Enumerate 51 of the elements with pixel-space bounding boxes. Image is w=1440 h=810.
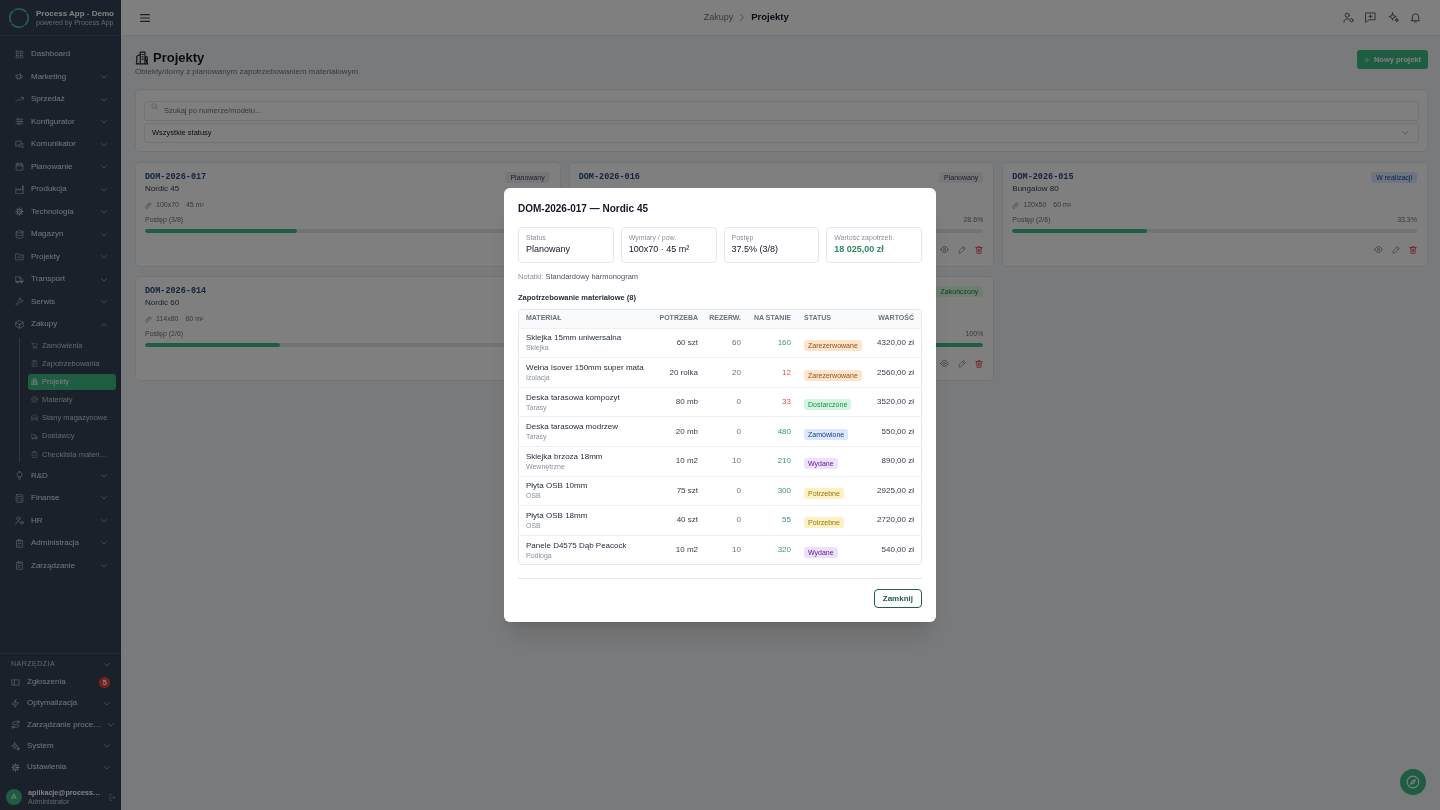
table-cell-text: 60 szt — [675, 336, 699, 349]
table-cell-text: 320 — [776, 544, 792, 557]
table-cell-text: 80 mb — [674, 396, 699, 409]
table-cell-text: 40 szt — [675, 514, 699, 527]
table-cell-text: 4320,00 zł — [876, 336, 915, 349]
table-cell-text: 10 — [731, 455, 742, 468]
material-name: Płyta OSB 18mm — [526, 511, 589, 521]
table-cell-text: 33 — [781, 396, 792, 409]
breadcrumb-current: Projekty — [751, 10, 789, 25]
table-cell-text: 20 mb — [674, 425, 699, 438]
project-code: DOM-2026-015 — [1012, 170, 1074, 184]
table-cell-text: 3520,00 zł — [876, 396, 915, 409]
page-title: Projekty — [153, 50, 205, 66]
table-cell-text: 210 — [776, 455, 792, 468]
table-cell-text: 0 — [735, 396, 742, 409]
table-cell-text: 550,00 zł — [880, 425, 915, 438]
table-cell-text: 0 — [735, 484, 742, 497]
stat-value: 18 025,00 zł — [834, 242, 885, 255]
table-cell-text: 0 — [735, 425, 742, 438]
table-cell-text: 12 — [781, 366, 792, 379]
table-cell-text: 0 — [735, 514, 742, 527]
material-name: Deska tarasowa kompozyt — [526, 392, 621, 403]
material-name: Płyta OSB 10mm — [526, 481, 589, 492]
table-cell-text: 300 — [776, 484, 792, 497]
table-cell-text: 75 szt — [675, 484, 699, 497]
project-code: DOM-2026-017 — [145, 170, 207, 184]
app-title: Process App - Demo — [36, 8, 114, 19]
table-cell-text: 20 — [731, 366, 742, 379]
table-cell-text: 20 rolka — [668, 366, 699, 379]
table-cell-text: 890,00 zł — [880, 455, 915, 468]
table-cell-text: 2720,00 zł — [876, 514, 915, 527]
table-cell-text: 10 m2 — [674, 455, 699, 468]
material-name: Panele D4575 Dąb Peacock — [526, 540, 628, 551]
table-cell-text: 2925,00 zł — [876, 484, 915, 497]
stat-value: 100x70 · 45 m² — [628, 242, 691, 255]
project-code: DOM-2026-014 — [145, 284, 207, 298]
project-code: DOM-2026-016 — [578, 170, 640, 184]
table-cell-text: 540,00 zł — [880, 544, 915, 557]
table-cell-text: 2560,00 zł — [876, 366, 915, 379]
material-name: Deska tarasowa modrzew — [526, 422, 620, 433]
table-cell-text: 10 m2 — [674, 544, 699, 557]
project-name: Nordic 45 — [145, 183, 180, 195]
table-cell-text: 55 — [781, 514, 792, 527]
material-name: Sklejka brzoza 18mm — [526, 451, 604, 462]
table-cell-text: 10 — [731, 544, 742, 557]
table-cell-text: 60 — [731, 336, 742, 349]
table-cell-text: 160 — [776, 336, 792, 349]
stat-value: 37.5% (3/8) — [731, 242, 780, 255]
project-name: Nordic 60 — [145, 297, 180, 309]
project-name: Bungalow 80 — [1012, 183, 1059, 195]
table-cell-text: 480 — [776, 425, 792, 438]
